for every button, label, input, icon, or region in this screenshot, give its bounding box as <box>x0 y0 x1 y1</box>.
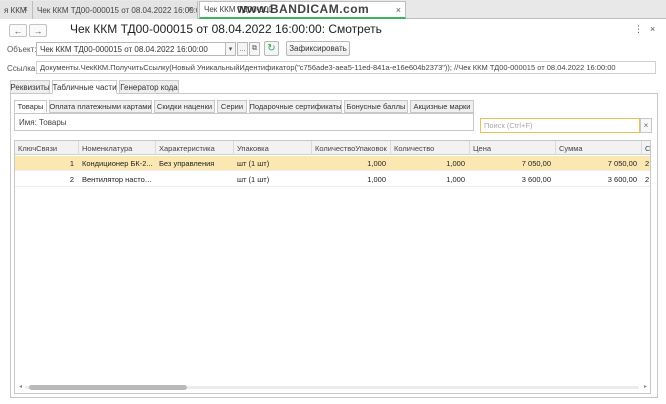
watermark: www.BANDICAM.com <box>237 2 370 16</box>
window-tab-strip: я ККМ × Чек ККМ ТД00-000015 от 08.04.202… <box>0 0 666 19</box>
arrow-right-icon: → <box>33 25 43 36</box>
cell-qty: 1,000 <box>446 175 465 184</box>
cell-characteristic: Без управления <box>159 159 215 168</box>
cell-package: шт (1 шт) <box>237 175 270 184</box>
column-header[interactable]: Упаковка <box>234 141 312 155</box>
open-link-icon[interactable]: ⧉ <box>249 42 260 56</box>
cell-nomenclature: Вентилятор настол... <box>82 175 156 184</box>
fix-button[interactable]: Зафиксировать <box>286 41 350 56</box>
column-header[interactable]: С <box>642 141 650 155</box>
scroll-right-icon[interactable]: ▸ <box>644 383 647 390</box>
cell-package-qty: 1,000 <box>367 175 386 184</box>
link-field[interactable]: Документы.ЧекККМ.ПолучитьСсылку(Новый Ун… <box>36 61 656 74</box>
cell-qty: 1,000 <box>446 159 465 168</box>
column-header[interactable]: Номенклатура <box>79 141 156 155</box>
goods-table: КлючСвязи Номенклатура Характеристика Уп… <box>14 140 651 394</box>
tab-bonus-points[interactable]: Бонусные баллы <box>344 100 408 113</box>
search-input[interactable]: Поиск (Ctrl+F) <box>480 118 640 133</box>
column-header[interactable]: Характеристика <box>156 141 234 155</box>
back-button[interactable]: ← <box>9 24 27 37</box>
object-field[interactable]: Чек ККМ ТД00-000015 от 08.04.2022 16:00:… <box>36 42 226 56</box>
chevron-down-icon[interactable]: ▾ <box>225 42 236 56</box>
close-tab-icon[interactable]: × <box>188 4 193 14</box>
column-header[interactable]: Количество <box>391 141 470 155</box>
close-tab-icon[interactable]: × <box>396 5 401 15</box>
column-header[interactable]: КлючСвязи <box>15 141 79 155</box>
clear-search-icon[interactable]: × <box>640 118 652 133</box>
cell-key: 2 <box>69 175 74 184</box>
cell-price: 3 600,00 <box>521 175 551 184</box>
scrollbar-thumb[interactable] <box>29 385 187 390</box>
column-header[interactable]: Сумма <box>556 141 642 155</box>
tab-code-generator[interactable]: Генератор кода <box>119 80 179 94</box>
cell-nomenclature: Кондиционер БК-2... <box>82 159 153 168</box>
window-tab[interactable]: Чек ККМ ТД00-000015 от 08.04.2022 16:00:… <box>33 1 198 19</box>
cell-key: 1 <box>69 159 74 168</box>
forward-button[interactable]: → <box>29 24 47 37</box>
object-label: Объект: <box>7 45 37 54</box>
cell-sum: 3 600,00 <box>607 175 637 184</box>
tab-table-parts[interactable]: Табличные части <box>52 80 117 94</box>
table-name-field: Имя: Товары <box>14 113 474 131</box>
cell-price: 7 050,00 <box>521 159 551 168</box>
horizontal-scrollbar[interactable]: ◂ ▸ <box>19 383 647 390</box>
table-row[interactable]: 1 Кондиционер БК-2... Без управления шт … <box>15 156 650 171</box>
close-icon[interactable]: × <box>650 24 655 34</box>
tab-gift-certificates[interactable]: Подарочные сертификаты <box>249 100 342 113</box>
table-row[interactable]: 2 Вентилятор настол... шт (1 шт) 1,000 1… <box>15 172 650 187</box>
column-header[interactable]: КоличествоУпаковок <box>312 141 391 155</box>
cell-extra: 2 <box>645 159 650 168</box>
scroll-left-icon[interactable]: ◂ <box>19 383 22 390</box>
cell-sum: 7 050,00 <box>607 159 637 168</box>
tab-series[interactable]: Серии <box>217 100 247 113</box>
cell-package-qty: 1,000 <box>367 159 386 168</box>
window-tab[interactable]: я ККМ × <box>0 1 33 19</box>
select-button[interactable]: ... <box>237 42 248 56</box>
table-header: КлючСвязи Номенклатура Характеристика Уп… <box>15 141 650 155</box>
cell-characteristic <box>156 172 234 187</box>
cell-extra: 2 <box>645 175 650 184</box>
close-tab-icon[interactable]: × <box>23 4 28 14</box>
column-header[interactable]: Цена <box>470 141 556 155</box>
arrow-left-icon: ← <box>13 25 23 36</box>
tab-excise-marks[interactable]: Акцизные марки <box>410 100 474 113</box>
link-label: Ссылка: <box>7 64 38 73</box>
page-title: Чек ККМ ТД00-000015 от 08.04.2022 16:00:… <box>70 22 382 36</box>
tab-goods[interactable]: Товары <box>14 100 47 113</box>
tab-requisites[interactable]: Реквизиты <box>10 80 50 94</box>
tab-card-payments[interactable]: Оплата платежными картами <box>49 100 152 113</box>
window-tab-label: Чек ККМ ТД00-000015 от 08.04.2022 16:00:… <box>37 5 198 15</box>
cell-package: шт (1 шт) <box>237 159 270 168</box>
refresh-icon[interactable]: ↻ <box>264 41 279 56</box>
more-icon[interactable]: ⋮ <box>634 24 643 35</box>
tab-discounts[interactable]: Скидки наценки <box>154 100 215 113</box>
